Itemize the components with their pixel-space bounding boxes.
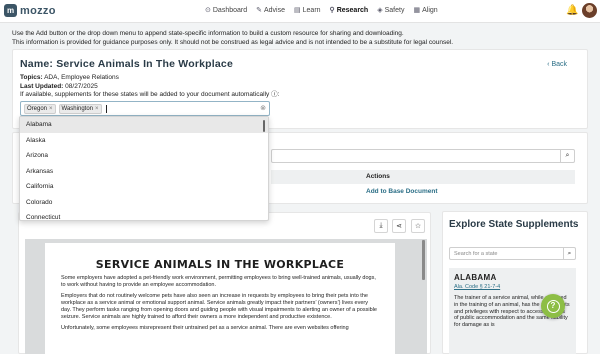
search-icon[interactable]: ⌕: [560, 150, 574, 162]
instructions: Use the Add button or the drop down menu…: [12, 29, 453, 47]
nav-label: Advise: [264, 6, 286, 14]
viewer-scrollbar[interactable]: [422, 240, 425, 280]
state-search-input[interactable]: Search for a state ⌕: [449, 247, 576, 260]
info-icon[interactable]: ⓘ: [271, 91, 278, 98]
safety-icon: ◈: [377, 7, 383, 14]
main-nav: ⊙ Dashboard ✎ Advise ▤ Learn ⚲ Research ◈ Saf…: [205, 6, 447, 15]
search-placeholder: Search for a state: [454, 251, 498, 257]
state-option[interactable]: Connecticut: [20, 210, 268, 220]
text-cursor: [105, 104, 107, 113]
add-to-base-document-link[interactable]: Add to Base Document: [366, 188, 438, 195]
download-icon[interactable]: ⤓: [374, 219, 388, 233]
chip-label: Oregon: [27, 105, 48, 112]
learn-icon: ▤: [294, 7, 301, 14]
nav-item-research[interactable]: ⚲ Research: [329, 6, 369, 15]
clear-all-icon[interactable]: ⊗: [260, 104, 266, 112]
table-header-row: Actions: [271, 170, 575, 184]
state-option[interactable]: California: [20, 179, 268, 195]
nav-item-advise[interactable]: ✎ Advise: [256, 6, 286, 15]
table-search-input[interactable]: ⌕: [271, 149, 575, 163]
back-label: Back: [551, 61, 567, 68]
document-preview-area: SERVICE ANIMALS IN THE WORKPLACE Some em…: [25, 239, 427, 354]
logo-mark: m: [4, 4, 17, 17]
updated-value: 08/27/2025: [65, 82, 98, 90]
instructions-line-1: Use the Add button or the drop down menu…: [12, 30, 404, 37]
nav-item-dashboard[interactable]: ⊙ Dashboard: [205, 6, 248, 15]
question-icon: ?: [546, 299, 560, 313]
document-viewer: ⤓ ⋖ ☆ SERVICE ANIMALS IN THE WORKPLACE S…: [18, 212, 431, 354]
instructions-line-2: This information is provided for guidanc…: [12, 39, 454, 46]
state-option[interactable]: Alaska: [20, 133, 268, 149]
back-link[interactable]: ‹ Back: [547, 61, 567, 68]
panel-title: Explore State Supplements: [449, 219, 579, 230]
user-avatar[interactable]: [582, 3, 597, 18]
logo-text: mozzo: [20, 4, 56, 17]
top-nav-bar: m mozzo ⊙ Dashboard ✎ Advise ▤ Learn ⚲ Resea…: [0, 0, 600, 23]
nav-item-safety[interactable]: ◈ Safety: [377, 6, 405, 15]
topics-label: Topics:: [20, 74, 43, 81]
nav-label: Research: [336, 6, 369, 14]
nav-label: Learn: [302, 6, 321, 14]
document-meta: Topics: ADA, Employee Relations Last Upd…: [20, 74, 280, 98]
statute-link[interactable]: Ala. Code § 21-7-4: [454, 284, 571, 290]
state-multiselect[interactable]: Oregon × Washington × ⊗: [20, 101, 270, 116]
dashboard-icon: ⊙: [205, 7, 211, 14]
search-icon[interactable]: ⌕: [563, 248, 575, 259]
topics-value: ADA, Employee Relations: [44, 74, 119, 81]
state-name: ALABAMA: [454, 273, 497, 282]
nav-label: Align: [422, 6, 438, 14]
nav-label: Dashboard: [212, 6, 248, 14]
state-dropdown-list: Alabama Alaska Arizona Arkansas Californ…: [19, 116, 269, 221]
state-chip-washington: Washington ×: [58, 103, 102, 114]
updated-label: Last Updated:: [20, 82, 64, 90]
advise-icon: ✎: [256, 7, 262, 14]
research-icon: ⚲: [329, 7, 335, 14]
dropdown-scrollbar[interactable]: [263, 120, 265, 132]
star-icon[interactable]: ☆: [411, 219, 425, 233]
app-logo[interactable]: m mozzo: [4, 4, 56, 17]
document-page: SERVICE ANIMALS IN THE WORKPLACE Some em…: [45, 243, 395, 354]
help-button[interactable]: ?: [541, 294, 565, 318]
state-option[interactable]: Colorado: [20, 195, 268, 211]
document-name: Name: Service Animals In The Workplace: [20, 58, 234, 70]
supplement-note: If available, supplements for these stat…: [20, 91, 270, 98]
align-icon: ▦: [413, 7, 421, 14]
actions-column-header: Actions: [366, 173, 390, 180]
state-option[interactable]: Alabama: [20, 117, 268, 133]
state-option[interactable]: Arizona: [20, 148, 268, 164]
remove-chip-icon[interactable]: ×: [49, 106, 53, 112]
document-paragraph: Unfortunately, some employees misreprese…: [61, 325, 349, 331]
remove-chip-icon[interactable]: ×: [95, 106, 99, 112]
state-option[interactable]: Arkansas: [20, 164, 268, 180]
document-paragraph: Some employers have adopted a pet-friend…: [61, 275, 376, 288]
nav-item-align[interactable]: ▦ Align: [413, 6, 438, 15]
explore-supplements-panel: Explore State Supplements Search for a s…: [442, 211, 588, 354]
nav-item-learn[interactable]: ▤ Learn: [294, 6, 321, 15]
share-icon[interactable]: ⋖: [392, 219, 406, 233]
document-title: SERVICE ANIMALS IN THE WORKPLACE: [95, 258, 345, 271]
notification-bell-icon[interactable]: 🔔: [566, 5, 578, 16]
document-paragraph: Employers that do not routinely welcome …: [61, 293, 377, 320]
state-chip-oregon: Oregon ×: [24, 103, 56, 114]
chip-label: Washington: [61, 105, 93, 112]
nav-label: Safety: [384, 6, 405, 14]
